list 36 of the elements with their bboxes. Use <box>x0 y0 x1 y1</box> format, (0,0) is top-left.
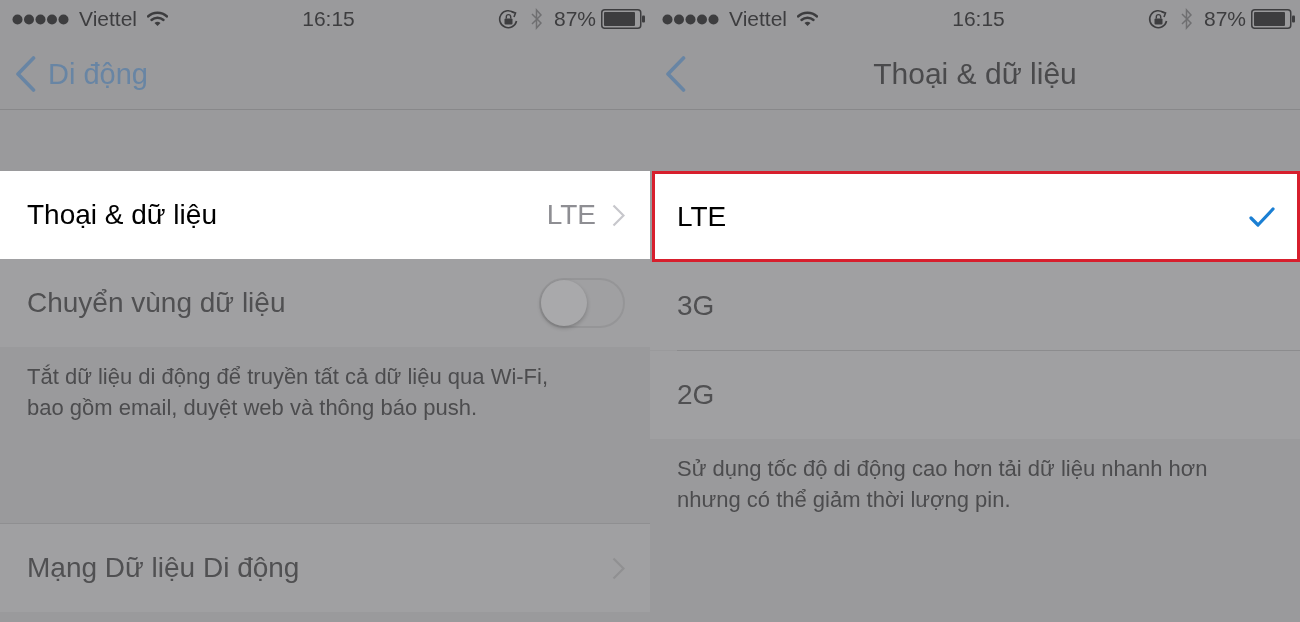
wifi-icon <box>147 11 168 27</box>
carrier-name: Viettel <box>729 7 787 31</box>
battery-percentage: 87% <box>553 7 596 31</box>
settings-row[interactable]: Thoại & dữ liệu LTE <box>0 171 650 259</box>
option-row[interactable]: 3G <box>650 262 1300 350</box>
wifi-icon <box>797 11 818 27</box>
carrier-name: Viettel <box>79 7 137 31</box>
battery-percentage: 87% <box>1203 7 1246 31</box>
back-chevron-icon <box>665 55 686 92</box>
option-label: 2G <box>677 378 715 412</box>
battery-icon <box>601 9 645 29</box>
signal-dots-icon <box>12 13 69 25</box>
row-label: Mạng Dữ liệu Di động <box>27 551 300 585</box>
back-chevron-icon <box>15 55 36 92</box>
toggle-switch[interactable] <box>539 278 625 328</box>
settings-row[interactable]: Mạng Dữ liệu Di động <box>0 524 650 612</box>
row-label: Chuyển vùng dữ liệu <box>27 286 286 320</box>
option-label: LTE <box>677 199 727 234</box>
option-label: 3G <box>677 289 715 323</box>
bluetooth-icon <box>1180 8 1192 30</box>
status-time: 16:15 <box>302 7 355 31</box>
status-time: 16:15 <box>952 7 1005 31</box>
bluetooth-icon <box>530 8 542 30</box>
row-value: LTE <box>546 198 596 232</box>
battery-icon <box>1251 9 1295 29</box>
back-button[interactable] <box>665 55 686 92</box>
option-row[interactable]: LTE <box>652 171 1300 262</box>
signal-dots-icon <box>662 13 719 25</box>
option-row[interactable]: 2G <box>650 351 1300 439</box>
rotation-lock-icon <box>1147 8 1169 30</box>
row-label: Thoại & dữ liệu <box>27 198 217 232</box>
chevron-icon <box>612 203 625 227</box>
section-footer: Tắt dữ liệu di động để truyền tất cả dữ liệu qua Wi-Fi, bao gồm email, duyệt web và thông báo push. <box>27 347 582 423</box>
section-footer: Sử dụng tốc độ di động cao hơn tải dữ liệu nhanh hơn nhưng có thể giảm thời lượng pin. <box>677 439 1232 515</box>
nav-title: Thoại & dữ liệu <box>873 55 1077 92</box>
rotation-lock-icon <box>497 8 519 30</box>
